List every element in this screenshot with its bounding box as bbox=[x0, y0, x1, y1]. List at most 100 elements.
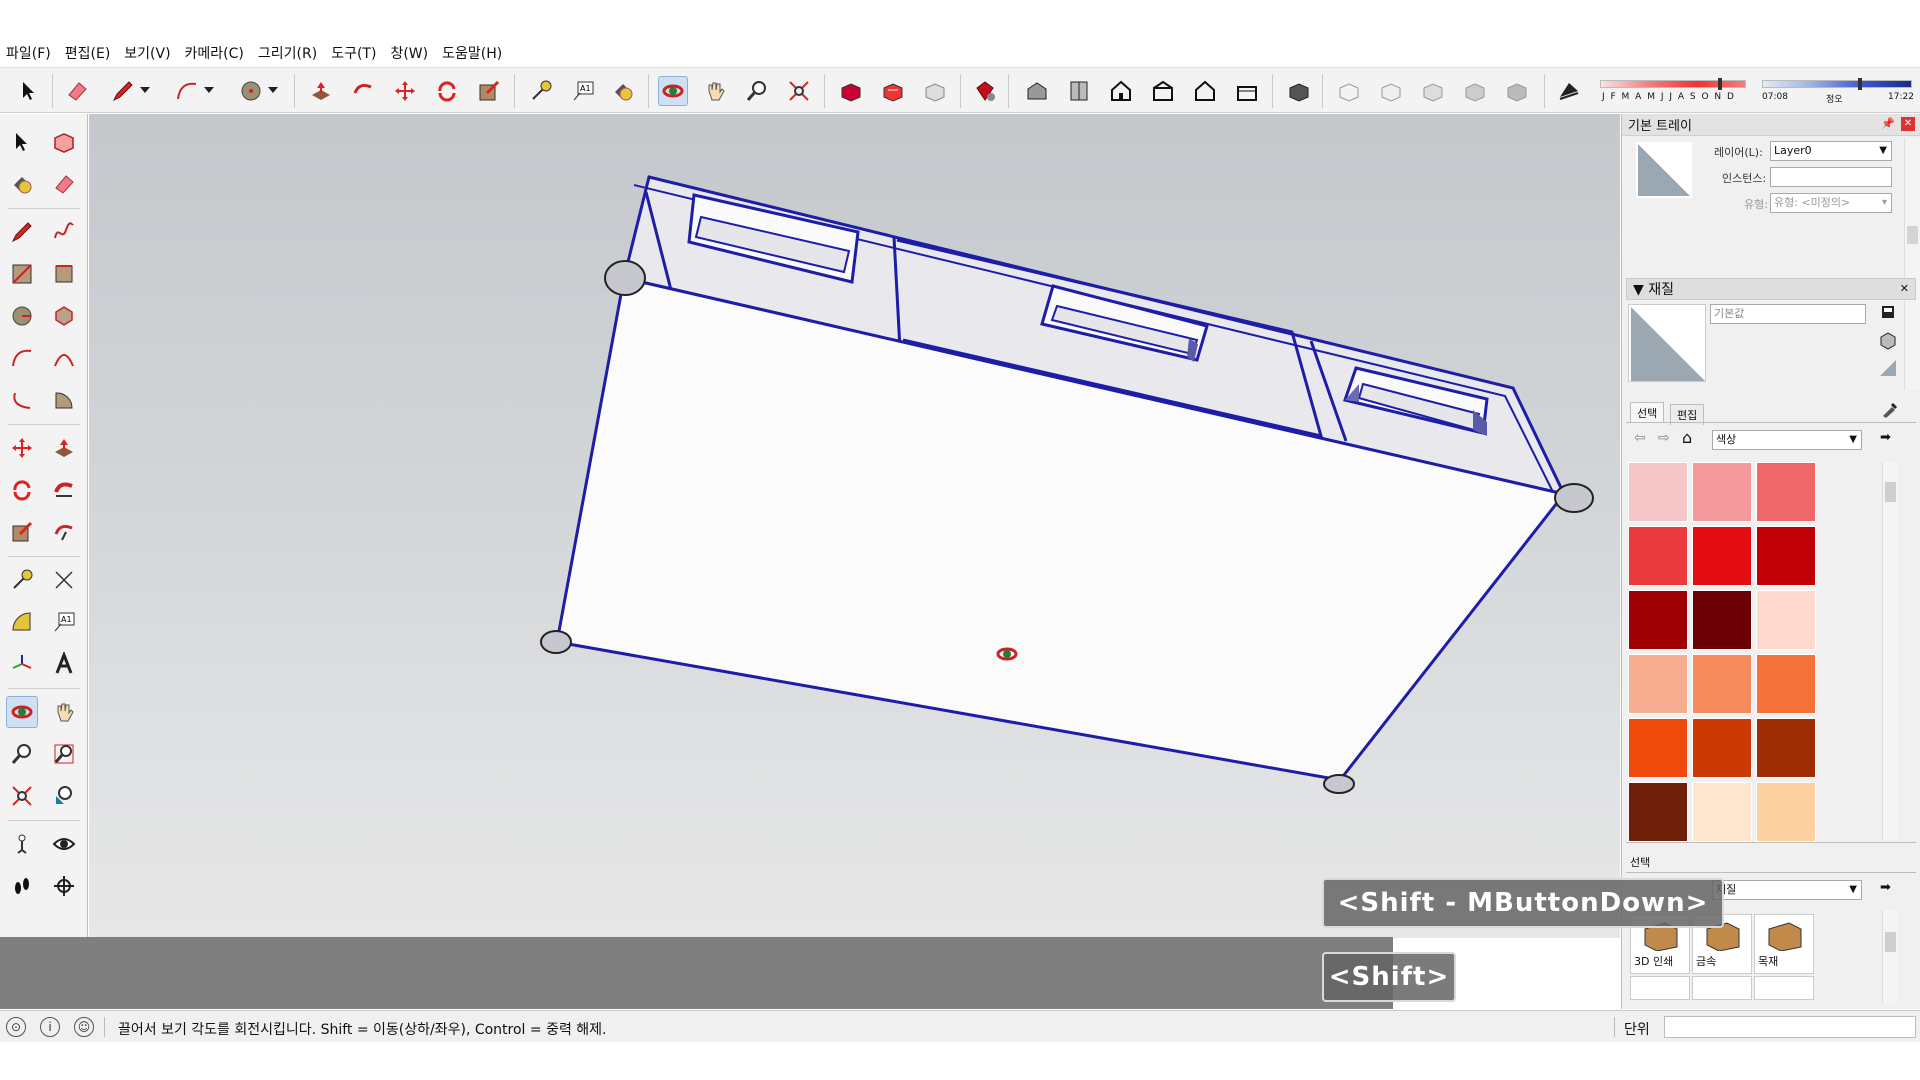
wireframe-style-icon[interactable] bbox=[1334, 76, 1364, 106]
drawing-viewport[interactable] bbox=[89, 114, 1620, 938]
paint-bucket-icon[interactable] bbox=[608, 76, 638, 106]
zoom-icon[interactable] bbox=[6, 738, 38, 770]
zoom-icon[interactable] bbox=[742, 76, 772, 106]
shaded-style-icon[interactable] bbox=[1418, 76, 1448, 106]
menu-file[interactable]: 파일(F) bbox=[6, 43, 51, 63]
user-account-icon[interactable]: ☺ bbox=[74, 1017, 94, 1037]
home-icon[interactable]: ⌂ bbox=[1682, 428, 1692, 447]
arc-tool-icon[interactable] bbox=[172, 76, 202, 106]
model-canvas[interactable] bbox=[89, 114, 1620, 938]
menu-draw[interactable]: 그리기(R) bbox=[258, 43, 317, 63]
walk-footprints-icon[interactable] bbox=[6, 870, 38, 902]
close-icon[interactable]: ✕ bbox=[1901, 117, 1915, 131]
color-swatch[interactable] bbox=[1756, 462, 1816, 522]
color-swatch[interactable] bbox=[1628, 590, 1688, 650]
zoom-extents-icon[interactable] bbox=[6, 780, 38, 812]
pin-icon[interactable]: 📌 bbox=[1881, 117, 1895, 130]
menu-camera[interactable]: 카메라(C) bbox=[185, 43, 244, 63]
top-view-icon[interactable] bbox=[1064, 76, 1094, 106]
hidden-line-style-icon[interactable] bbox=[1376, 76, 1406, 106]
material-name-field[interactable]: 기본값 bbox=[1710, 304, 1866, 324]
close-icon[interactable]: ✕ bbox=[1900, 282, 1909, 295]
collection-select[interactable]: 색상 ▼ bbox=[1712, 430, 1862, 450]
chevron-down-icon[interactable] bbox=[266, 76, 280, 106]
shadows-toggle-icon[interactable] bbox=[1554, 76, 1584, 106]
create-material-icon[interactable] bbox=[1878, 330, 1898, 350]
geo-location-icon[interactable]: ⊙ bbox=[6, 1017, 26, 1037]
color-swatch[interactable] bbox=[1692, 654, 1752, 714]
pan-hand-icon[interactable] bbox=[700, 76, 730, 106]
tape-measure-icon[interactable] bbox=[526, 76, 556, 106]
menu-help[interactable]: 도움말(H) bbox=[442, 43, 502, 63]
make-component-icon[interactable] bbox=[48, 126, 80, 158]
shaded-textures-style-icon[interactable] bbox=[1460, 76, 1490, 106]
color-swatch[interactable] bbox=[1692, 526, 1752, 586]
orbit-icon[interactable] bbox=[658, 76, 688, 106]
scale-icon[interactable] bbox=[474, 76, 504, 106]
back-view-icon[interactable] bbox=[1190, 76, 1220, 106]
front-view-icon[interactable] bbox=[1106, 76, 1136, 106]
rotate-icon[interactable] bbox=[432, 76, 462, 106]
material-folder[interactable] bbox=[1630, 976, 1690, 1000]
color-swatch[interactable] bbox=[1692, 782, 1752, 842]
polygon-tool-icon[interactable] bbox=[48, 300, 80, 332]
color-swatch[interactable] bbox=[1692, 590, 1752, 650]
color-swatch[interactable] bbox=[1756, 590, 1816, 650]
extension-warehouse-icon[interactable] bbox=[970, 76, 1000, 106]
secondary-collection-select[interactable]: 재질 ▼ bbox=[1712, 880, 1862, 900]
circle-tool-icon[interactable] bbox=[236, 76, 266, 106]
dimension-icon[interactable] bbox=[48, 564, 80, 596]
type-select[interactable]: 유형: <미정의> ▾ bbox=[1770, 193, 1892, 213]
menu-tools[interactable]: 도구(T) bbox=[331, 43, 376, 63]
look-around-eye-icon[interactable] bbox=[48, 828, 80, 860]
chevron-down-icon[interactable] bbox=[202, 76, 216, 106]
select-tool-icon[interactable] bbox=[6, 126, 38, 158]
right-view-icon[interactable] bbox=[1148, 76, 1178, 106]
xray-icon[interactable] bbox=[1284, 76, 1314, 106]
arc-tool-icon[interactable] bbox=[6, 342, 38, 374]
material-folder[interactable] bbox=[1692, 976, 1752, 1000]
color-swatch[interactable] bbox=[1756, 782, 1816, 842]
materials-icon[interactable] bbox=[878, 76, 908, 106]
info-icon[interactable]: i bbox=[40, 1017, 60, 1037]
layer-select[interactable]: Layer0 ▼ bbox=[1770, 141, 1892, 161]
circle-tool-icon[interactable] bbox=[6, 300, 38, 332]
menu-view[interactable]: 보기(V) bbox=[124, 43, 170, 63]
details-arrow-icon[interactable]: ➡ bbox=[1880, 430, 1891, 445]
move-icon[interactable] bbox=[390, 76, 420, 106]
axes-icon[interactable] bbox=[6, 648, 38, 680]
3d-text-icon[interactable] bbox=[48, 648, 80, 680]
color-swatch[interactable] bbox=[1628, 654, 1688, 714]
default-material-icon[interactable] bbox=[1878, 358, 1898, 378]
iso-view-icon[interactable] bbox=[1022, 76, 1052, 106]
push-pull-icon[interactable] bbox=[48, 432, 80, 464]
three-point-arc-icon[interactable] bbox=[6, 384, 38, 416]
rotate-icon[interactable] bbox=[6, 474, 38, 506]
display-secondary-pane-icon[interactable] bbox=[1880, 304, 1896, 320]
materials-section-header[interactable]: ▼ 재질 ✕ bbox=[1626, 278, 1916, 300]
chevron-down-icon[interactable] bbox=[138, 76, 152, 106]
tab-select[interactable]: 선택 bbox=[1630, 402, 1665, 423]
color-swatch[interactable] bbox=[1692, 462, 1752, 522]
position-camera-icon[interactable] bbox=[6, 828, 38, 860]
move-icon[interactable] bbox=[6, 432, 38, 464]
sample-paint-icon[interactable] bbox=[1880, 400, 1898, 418]
forward-arrow-icon[interactable]: ⇨ bbox=[1658, 430, 1670, 446]
left-view-icon[interactable] bbox=[1232, 76, 1262, 106]
scale-icon[interactable] bbox=[6, 516, 38, 548]
two-point-arc-icon[interactable] bbox=[48, 342, 80, 374]
pan-hand-icon[interactable] bbox=[48, 696, 80, 728]
material-folder[interactable] bbox=[1754, 976, 1814, 1000]
color-swatch[interactable] bbox=[1756, 654, 1816, 714]
freehand-icon[interactable] bbox=[48, 216, 80, 248]
line-tool-icon[interactable] bbox=[6, 216, 38, 248]
instance-input[interactable] bbox=[1770, 167, 1892, 187]
follow-me-icon[interactable] bbox=[48, 474, 80, 506]
eraser-icon[interactable] bbox=[62, 76, 92, 106]
tape-measure-icon[interactable] bbox=[6, 564, 38, 596]
color-swatch[interactable] bbox=[1628, 526, 1688, 586]
follow-me-icon[interactable] bbox=[348, 76, 378, 106]
rotated-rectangle-icon[interactable] bbox=[48, 258, 80, 290]
zoom-extents-icon[interactable] bbox=[784, 76, 814, 106]
back-arrow-icon[interactable]: ⇦ bbox=[1634, 430, 1646, 446]
